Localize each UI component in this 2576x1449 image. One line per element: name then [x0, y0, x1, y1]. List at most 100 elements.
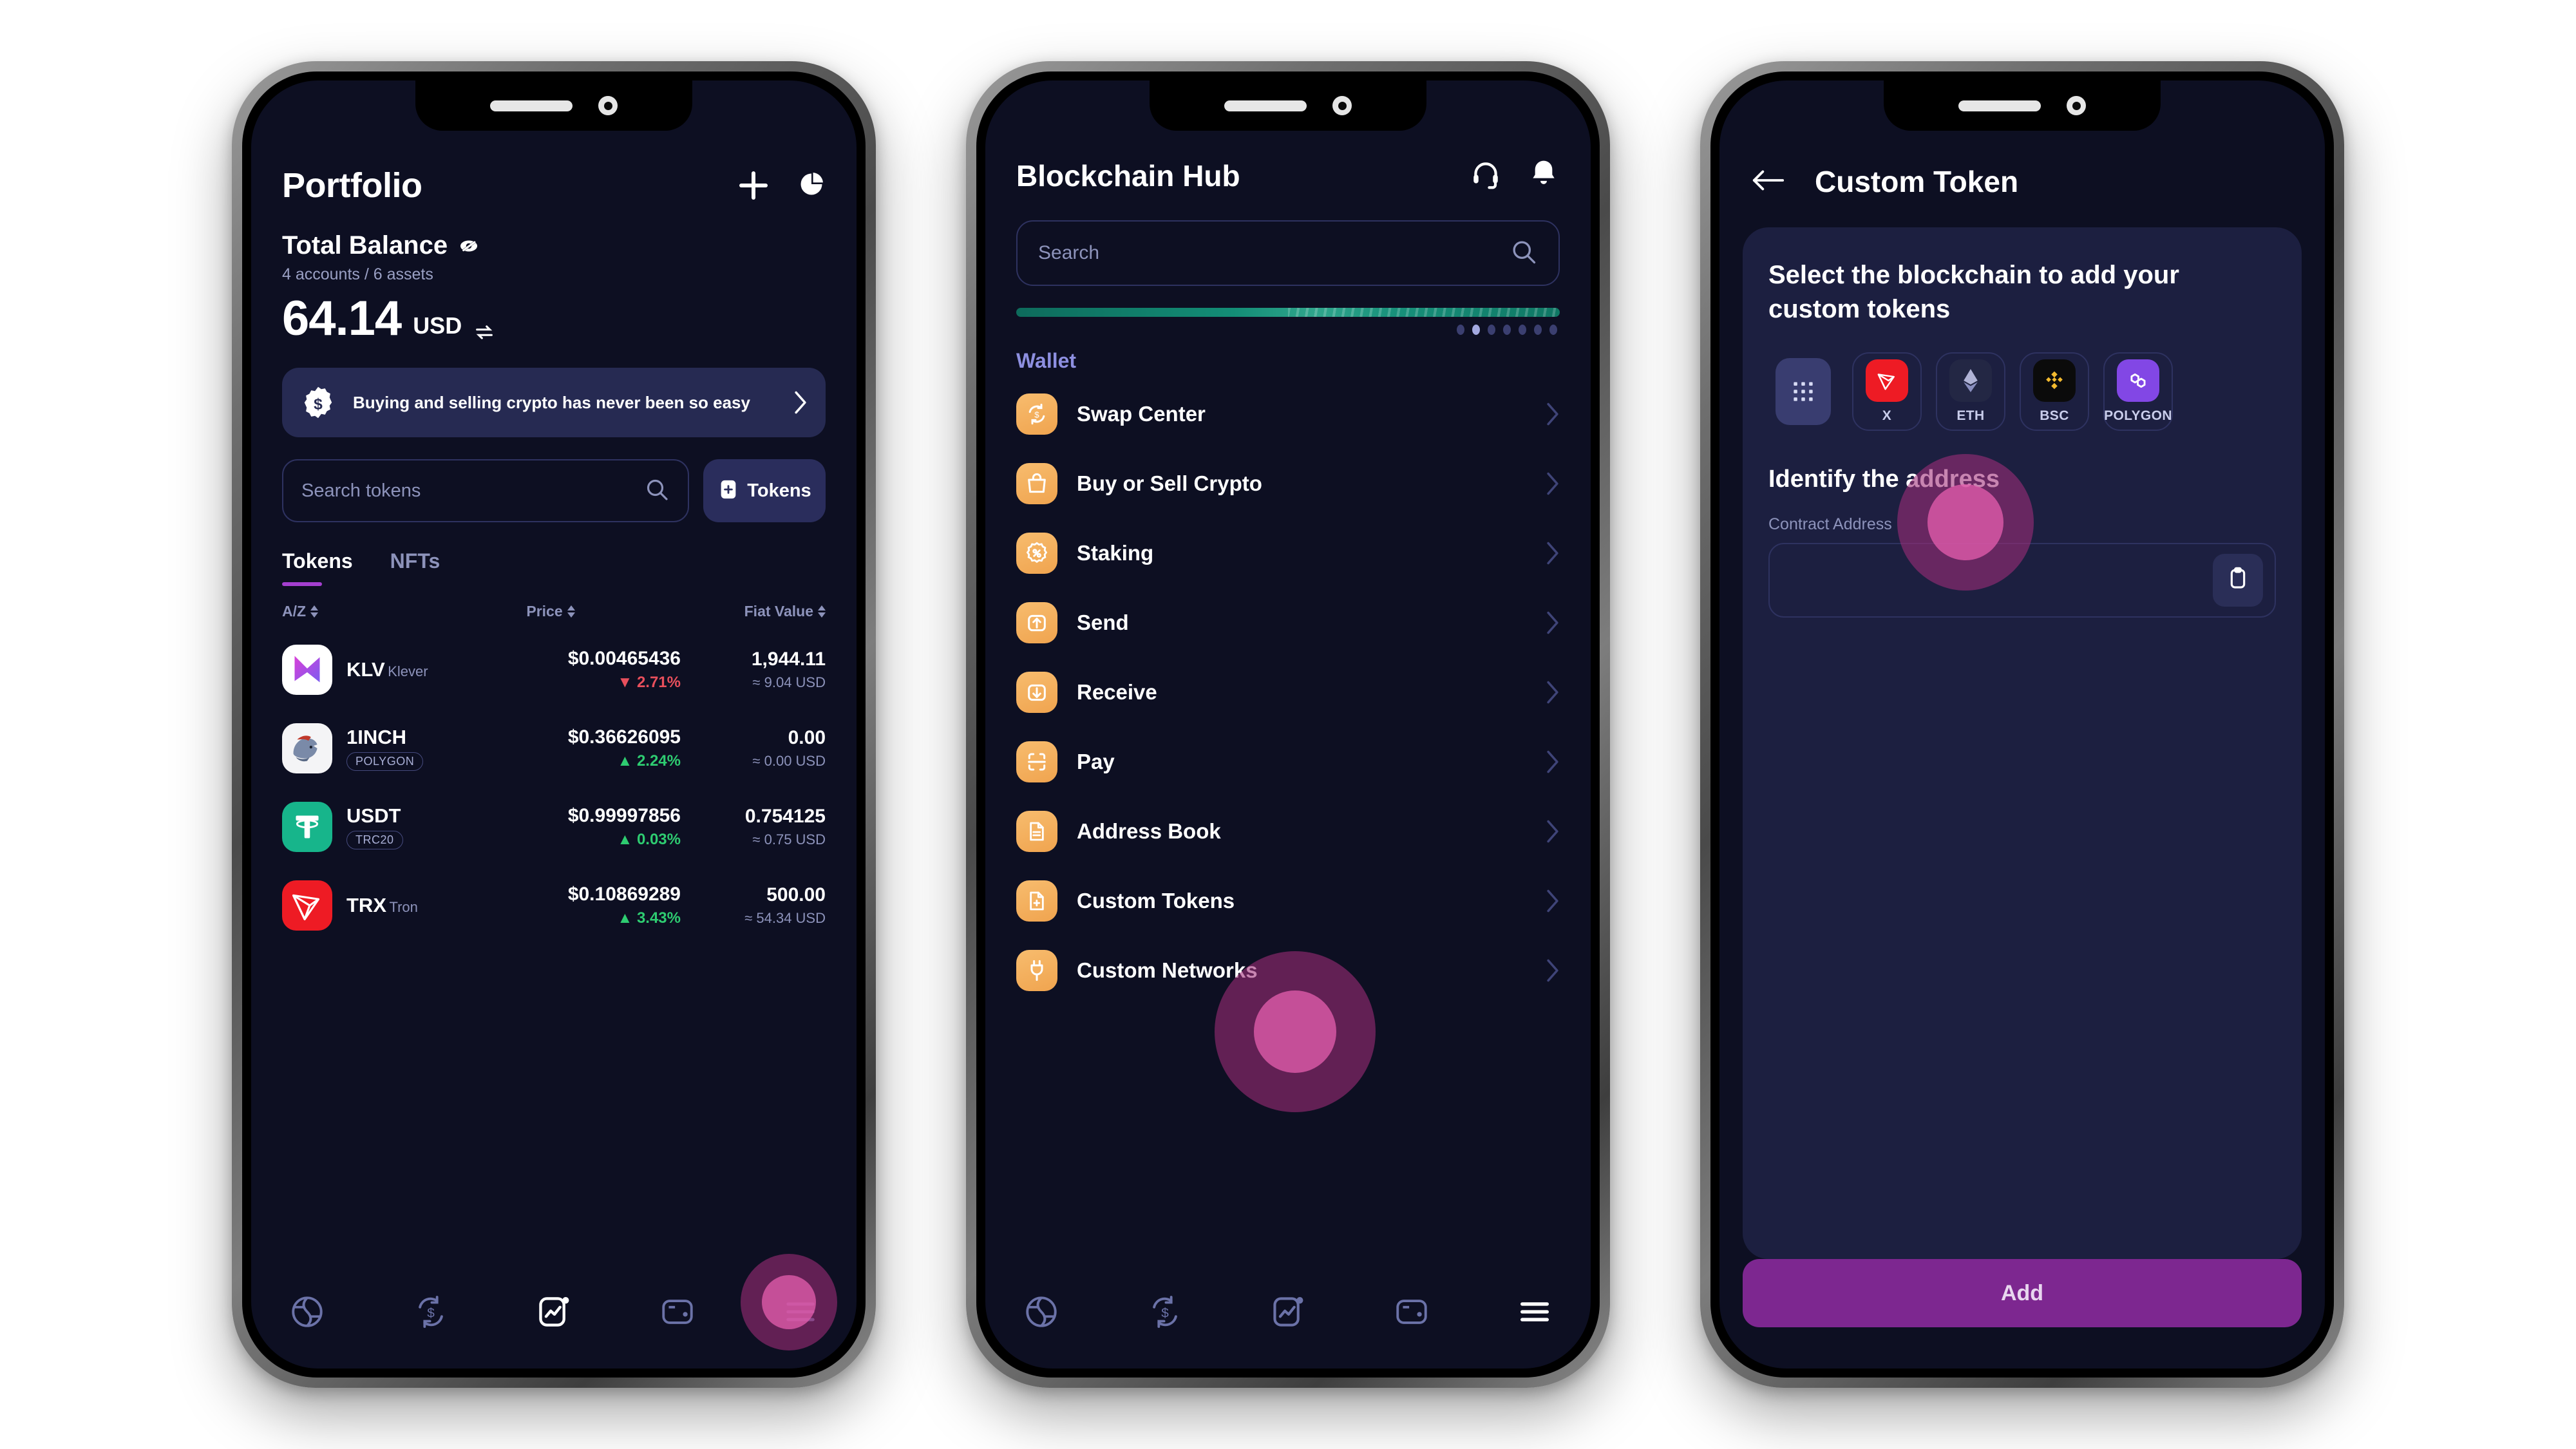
promo-carousel[interactable] — [1016, 308, 1560, 335]
menu-item-pay[interactable]: Pay — [1016, 727, 1560, 797]
pie-chart-icon[interactable] — [797, 170, 826, 202]
table-row[interactable]: USDT TRC20 $0.99997856 ▲ 0.03% 0.754125 … — [282, 788, 826, 866]
speaker-slot — [1224, 100, 1307, 111]
chain-chip-polygon[interactable]: POLYGON — [2103, 352, 2173, 431]
token-list: KLV Klever $0.00465436 ▼ 2.71% 1,944.11 … — [282, 630, 826, 1272]
headset-support-icon[interactable] — [1470, 158, 1502, 193]
menu-item-receive[interactable]: Receive — [1016, 658, 1560, 727]
tab-nfts-label: NFTs — [390, 549, 440, 573]
carousel-dot[interactable] — [1457, 325, 1464, 335]
search-tokens-input[interactable]: Search tokens — [282, 459, 689, 522]
section-title-wallet: Wallet — [1016, 349, 1077, 372]
column-az[interactable]: A/Z — [282, 603, 443, 620]
chevron-right-icon — [1546, 611, 1560, 635]
token-name: Klever — [388, 663, 428, 680]
back-arrow-icon[interactable] — [1750, 167, 1785, 196]
contract-address-field[interactable] — [1768, 542, 2276, 618]
currency-switch-icon[interactable] — [473, 321, 495, 343]
polygon-logo-icon — [2117, 359, 2159, 402]
menu-item-custom-tokens[interactable]: Custom Tokens — [1016, 866, 1560, 936]
token-column-headers: A/Z Price Fiat Value — [282, 603, 826, 620]
tab-tokens[interactable]: Tokens — [282, 549, 353, 586]
tab-nfts[interactable]: NFTs — [390, 549, 440, 586]
token-value-cell: 1,944.11 ≈ 9.04 USD — [687, 649, 826, 691]
add-button[interactable]: Add — [1743, 1259, 2302, 1327]
carousel-dot[interactable] — [1503, 325, 1511, 335]
total-balance-amount: 64.14 — [282, 291, 402, 346]
document-plus-icon — [1016, 880, 1057, 922]
token-fiat: ≈ 0.75 USD — [752, 831, 826, 848]
device-notch — [415, 80, 692, 131]
column-fiat-label: Fiat Value — [744, 603, 813, 620]
token-value-cell: 500.00 ≈ 54.34 USD — [687, 884, 826, 927]
hub-content: Blockchain Hub Search Wallet $ Swap Cent… — [985, 80, 1591, 1368]
token-fiat: ≈ 54.34 USD — [744, 910, 826, 926]
bottom-navigation: $ — [985, 1272, 1591, 1368]
add-tokens-button[interactable]: Tokens — [703, 459, 826, 522]
chain-chip-bsc[interactable]: BSC — [2020, 352, 2089, 431]
svg-text:$: $ — [427, 1306, 435, 1321]
paste-button[interactable] — [2213, 553, 2263, 607]
page-title: Custom Token — [1815, 165, 2019, 198]
token-plus-icon — [717, 478, 739, 504]
carousel-dot[interactable] — [1549, 325, 1557, 335]
chevron-right-icon — [1546, 750, 1560, 774]
menu-item-address-book[interactable]: Address Book — [1016, 797, 1560, 866]
chevron-right-icon — [1546, 819, 1560, 844]
token-identity: USDT TRC20 — [346, 804, 443, 850]
carousel-banner[interactable] — [1016, 308, 1560, 317]
grid-icon — [1776, 357, 1831, 425]
promo-banner[interactable]: $ Buying and selling crypto has never be… — [282, 368, 826, 437]
nav-wallet-icon[interactable] — [1392, 1292, 1432, 1332]
carousel-dot[interactable] — [1534, 325, 1542, 335]
chain-chip-tron[interactable]: X — [1852, 352, 1922, 431]
token-change: ▲ 3.43% — [617, 909, 681, 927]
carousel-dots — [1016, 325, 1560, 335]
add-icon[interactable] — [739, 171, 768, 200]
hide-balance-icon[interactable] — [458, 235, 480, 257]
menu-item-label: Address Book — [1077, 819, 1221, 843]
nav-globe-icon[interactable] — [1021, 1292, 1061, 1332]
custom-token-content: Custom Token Select the blockchain to ad… — [1719, 80, 2325, 1368]
carousel-dot-active[interactable] — [1472, 325, 1480, 335]
column-price[interactable]: Price — [424, 603, 677, 620]
nav-chart-icon[interactable] — [534, 1292, 574, 1332]
nav-swap-icon[interactable]: $ — [411, 1292, 451, 1332]
phone-portfolio: Portfolio Total Balance 4 accounts / 6 a… — [232, 61, 876, 1388]
menu-item-send[interactable]: Send — [1016, 588, 1560, 658]
table-row[interactable]: KLV Klever $0.00465436 ▼ 2.71% 1,944.11 … — [282, 630, 826, 709]
phone-bezel: Custom Token Select the blockchain to ad… — [1710, 71, 2334, 1378]
bell-notification-icon[interactable] — [1528, 158, 1560, 193]
nav-swap-icon[interactable]: $ — [1145, 1292, 1185, 1332]
token-identity: TRX Tron — [346, 894, 443, 917]
header-actions — [1470, 158, 1560, 193]
chain-chip-all[interactable] — [1768, 352, 1838, 431]
speaker-slot — [490, 100, 573, 111]
menu-item-staking[interactable]: Staking — [1016, 518, 1560, 588]
token-identity: 1INCH POLYGON — [346, 726, 443, 772]
nav-chart-icon[interactable] — [1268, 1292, 1308, 1332]
token-symbol: USDT — [346, 804, 401, 827]
phone-blockchain-hub: Blockchain Hub Search Wallet $ Swap Cent… — [966, 61, 1610, 1388]
token-amount: 1,944.11 — [751, 649, 826, 670]
menu-item-buy-or-sell-crypto[interactable]: Buy or Sell Crypto — [1016, 449, 1560, 518]
column-fiat-value[interactable]: Fiat Value — [677, 603, 826, 620]
menu-item-custom-networks[interactable]: Custom Networks — [1016, 936, 1560, 1005]
token-search-row: Search tokens Tokens — [282, 459, 826, 522]
table-row[interactable]: TRX Tron $0.10869289 ▲ 3.43% 500.00 ≈ 54… — [282, 866, 826, 945]
carousel-dot[interactable] — [1519, 325, 1526, 335]
chain-chip-eth[interactable]: ETH — [1936, 352, 2005, 431]
hub-search-input[interactable]: Search — [1016, 220, 1560, 286]
screenshot-stage: Portfolio Total Balance 4 accounts / 6 a… — [0, 0, 2576, 1449]
nav-wallet-icon[interactable] — [658, 1292, 697, 1332]
carousel-dot[interactable] — [1488, 325, 1495, 335]
nav-globe-icon[interactable] — [287, 1292, 327, 1332]
phone-bezel: Portfolio Total Balance 4 accounts / 6 a… — [242, 71, 866, 1378]
upload-icon — [1016, 602, 1057, 643]
nav-menu-icon[interactable] — [1515, 1292, 1555, 1332]
swap-dollar-icon: $ — [1016, 393, 1057, 435]
bottom-navigation: $ — [251, 1272, 857, 1368]
menu-item-swap-center[interactable]: $ Swap Center — [1016, 379, 1560, 449]
nav-menu-icon[interactable] — [781, 1292, 820, 1332]
table-row[interactable]: 1INCH POLYGON $0.36626095 ▲ 2.24% 0.00 ≈… — [282, 709, 826, 788]
